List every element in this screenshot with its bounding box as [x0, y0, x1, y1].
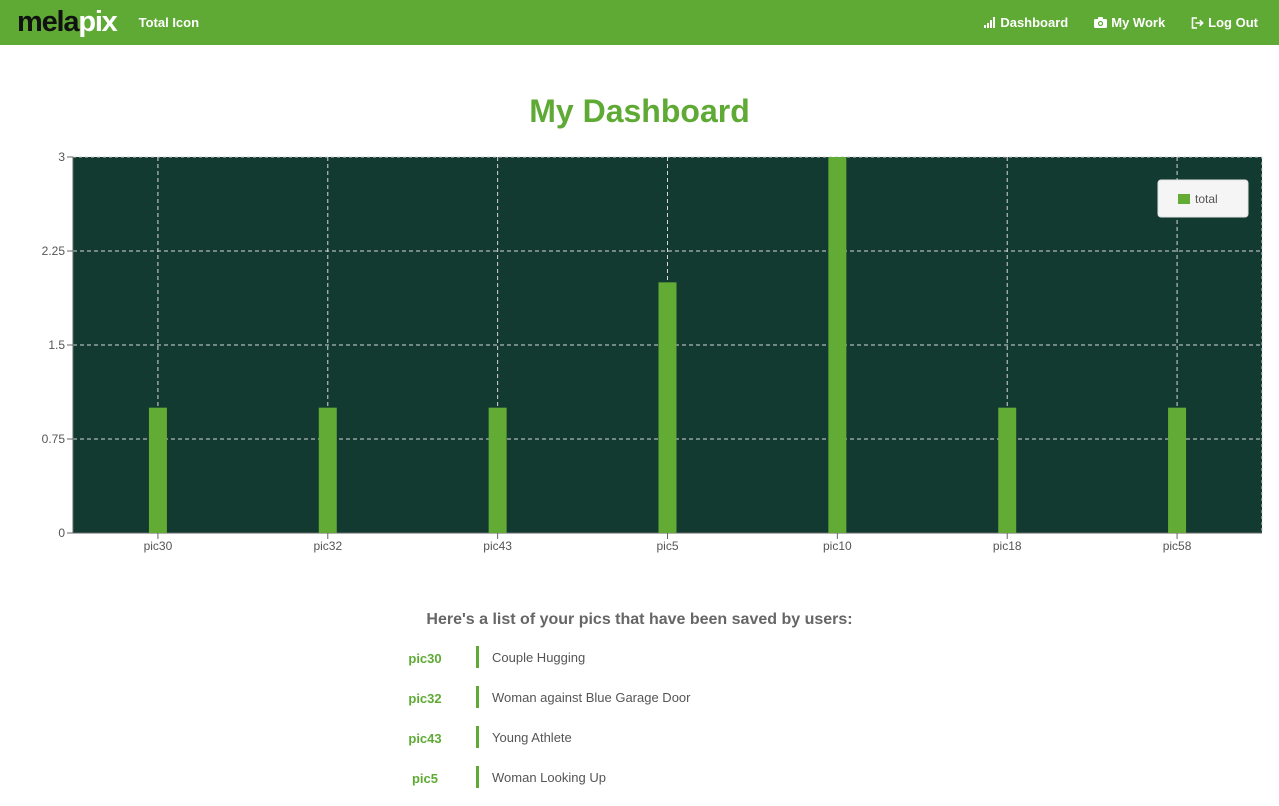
- bar-pic18: [998, 407, 1017, 533]
- x-tick-label: pic18: [993, 539, 1022, 553]
- nav-my-work-link[interactable]: My Work: [1094, 15, 1165, 30]
- nav-dashboard-link[interactable]: Dashboard: [984, 15, 1068, 30]
- y-tick-label: 1.5: [48, 338, 65, 352]
- list-item: pic5 Woman Looking Up: [390, 766, 910, 806]
- pic-id-link[interactable]: pic5: [390, 766, 460, 786]
- bar-pic5: [658, 282, 677, 533]
- divider: [476, 726, 479, 748]
- nav-my-work-label: My Work: [1111, 15, 1166, 30]
- page-title: My Dashboard: [529, 93, 750, 129]
- divider: [476, 646, 479, 668]
- legend-label: total: [1195, 192, 1218, 206]
- legend-swatch: [1178, 194, 1190, 204]
- brand-logo[interactable]: mela pix: [17, 6, 118, 38]
- pic-id-link[interactable]: pic30: [390, 646, 460, 666]
- y-tick-label: 0.75: [42, 432, 66, 446]
- brand-logo-part2: pix: [78, 6, 118, 38]
- nav-log-out-link[interactable]: Log Out: [1191, 15, 1258, 30]
- list-item: pic32 Woman against Blue Garage Door: [390, 686, 910, 726]
- pic-name: Couple Hugging: [492, 650, 586, 665]
- pic-id-link[interactable]: pic32: [390, 686, 460, 706]
- brand-logo-part1: mela: [17, 6, 80, 38]
- bar-signal-icon: [984, 17, 996, 28]
- bar-pic32: [318, 407, 337, 533]
- saved-list-heading: Here's a list of your pics that have bee…: [426, 611, 853, 628]
- pic-name: Young Athlete: [492, 730, 572, 745]
- nav-log-out-label: Log Out: [1208, 15, 1258, 30]
- x-tick-label: pic30: [144, 539, 173, 553]
- log-out-icon: [1191, 16, 1204, 29]
- bar-pic30: [148, 407, 167, 533]
- divider: [476, 766, 479, 788]
- nav-dashboard-label: Dashboard: [1000, 15, 1069, 30]
- pic-id-link[interactable]: pic43: [390, 726, 460, 746]
- bar-pic43: [488, 407, 507, 533]
- y-tick-label: 2.25: [42, 244, 66, 258]
- pic-name: Woman against Blue Garage Door: [492, 690, 691, 705]
- bar-chart: 0 0.75 1.5 2.25 3 pic30 pic32 pic43 pic5 pic10 pic…: [42, 150, 1263, 553]
- y-tick-label: 3: [58, 150, 65, 164]
- list-item: pic43 Young Athlete: [390, 726, 910, 766]
- saved-pics-list: pic30 Couple Hugging pic32 Woman against Bl…: [390, 646, 910, 806]
- bar-pic10: [828, 157, 847, 533]
- x-tick-label: pic32: [313, 539, 342, 553]
- pic-name: Woman Looking Up: [492, 770, 606, 785]
- x-tick-label: pic10: [823, 539, 852, 553]
- nav-links: Dashboard My Work Log Out: [958, 15, 1258, 30]
- x-tick-label: pic5: [656, 539, 678, 553]
- x-tick-label: pic58: [1163, 539, 1192, 553]
- x-tick-label: pic43: [483, 539, 512, 553]
- nav-title[interactable]: Total Icon: [139, 15, 199, 30]
- navbar: mela pix Total Icon Dashboard My Work Lo…: [0, 0, 1279, 45]
- camera-icon: [1094, 17, 1108, 28]
- list-item: pic30 Couple Hugging: [390, 646, 910, 686]
- bar-pic58: [1168, 407, 1187, 533]
- divider: [476, 686, 479, 708]
- y-tick-label: 0: [58, 526, 65, 540]
